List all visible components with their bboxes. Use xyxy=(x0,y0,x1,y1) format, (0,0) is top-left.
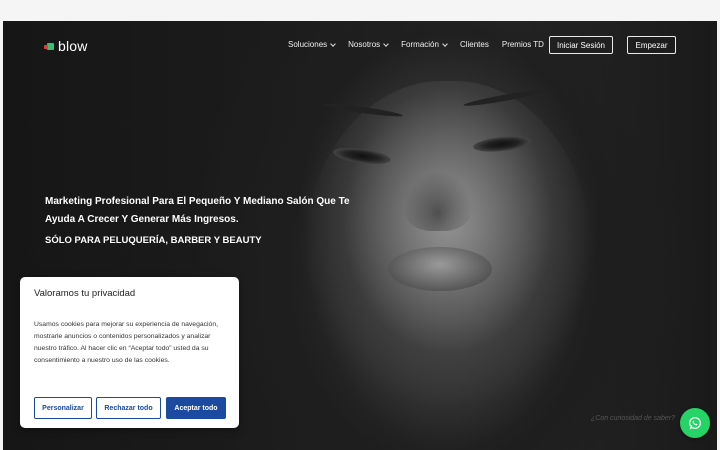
whatsapp-icon xyxy=(689,417,701,430)
hero-image-detail xyxy=(403,171,473,231)
chevron-down-icon xyxy=(442,40,448,47)
cookie-banner-title: Valoramos tu privacidad xyxy=(34,288,136,299)
logo-text: blow xyxy=(58,38,88,54)
nav-item-nosotros[interactable]: Nosotros xyxy=(348,40,389,49)
accept-cookies-button[interactable]: Aceptar todo xyxy=(166,397,226,419)
whatsapp-chat-button[interactable] xyxy=(680,408,710,438)
start-button[interactable]: Empezar xyxy=(627,36,676,54)
main-navigation: blow Soluciones Nosotros Formación Clien… xyxy=(3,21,717,69)
cookie-banner-text: Usamos cookies para mejorar su experienc… xyxy=(34,321,218,364)
logo-mark-icon xyxy=(44,42,54,50)
hero-image-detail xyxy=(388,247,492,291)
nav-item-label: Premios TD xyxy=(501,40,544,49)
nav-menu: Soluciones Nosotros Formación Clientes P… xyxy=(288,40,557,49)
customize-cookies-button[interactable]: Personalizar xyxy=(34,397,92,419)
nav-item-formacion[interactable]: Formación xyxy=(401,40,448,49)
site-logo[interactable]: blow xyxy=(44,38,88,54)
nav-item-label: Soluciones xyxy=(288,40,328,49)
cookie-consent-banner: Valoramos tu privacidad Usamos cookies p… xyxy=(20,277,239,428)
top-strip xyxy=(0,0,720,21)
nav-item-soluciones[interactable]: Soluciones xyxy=(288,40,336,49)
hero-watermark-text: ¿Con curiosidad de saber? xyxy=(591,415,676,422)
nav-item-premios-td[interactable]: Premios TD xyxy=(502,40,544,49)
nav-item-label: Clientes xyxy=(459,40,489,49)
login-button[interactable]: Iniciar Sesión xyxy=(549,36,613,54)
hero-subheadline: SÓLO PARA PELUQUERÍA, BARBER Y BEAUTY xyxy=(45,235,262,246)
nav-item-label: Nosotros xyxy=(348,40,381,49)
reject-cookies-button[interactable]: Rechazar todo xyxy=(96,397,161,419)
nav-item-label: Formación xyxy=(401,40,439,49)
chevron-down-icon xyxy=(383,40,389,47)
nav-item-clientes[interactable]: Clientes xyxy=(460,40,489,49)
chevron-down-icon xyxy=(330,40,336,47)
hero-headline: Marketing Profesional Para El Pequeño Y … xyxy=(45,196,350,225)
